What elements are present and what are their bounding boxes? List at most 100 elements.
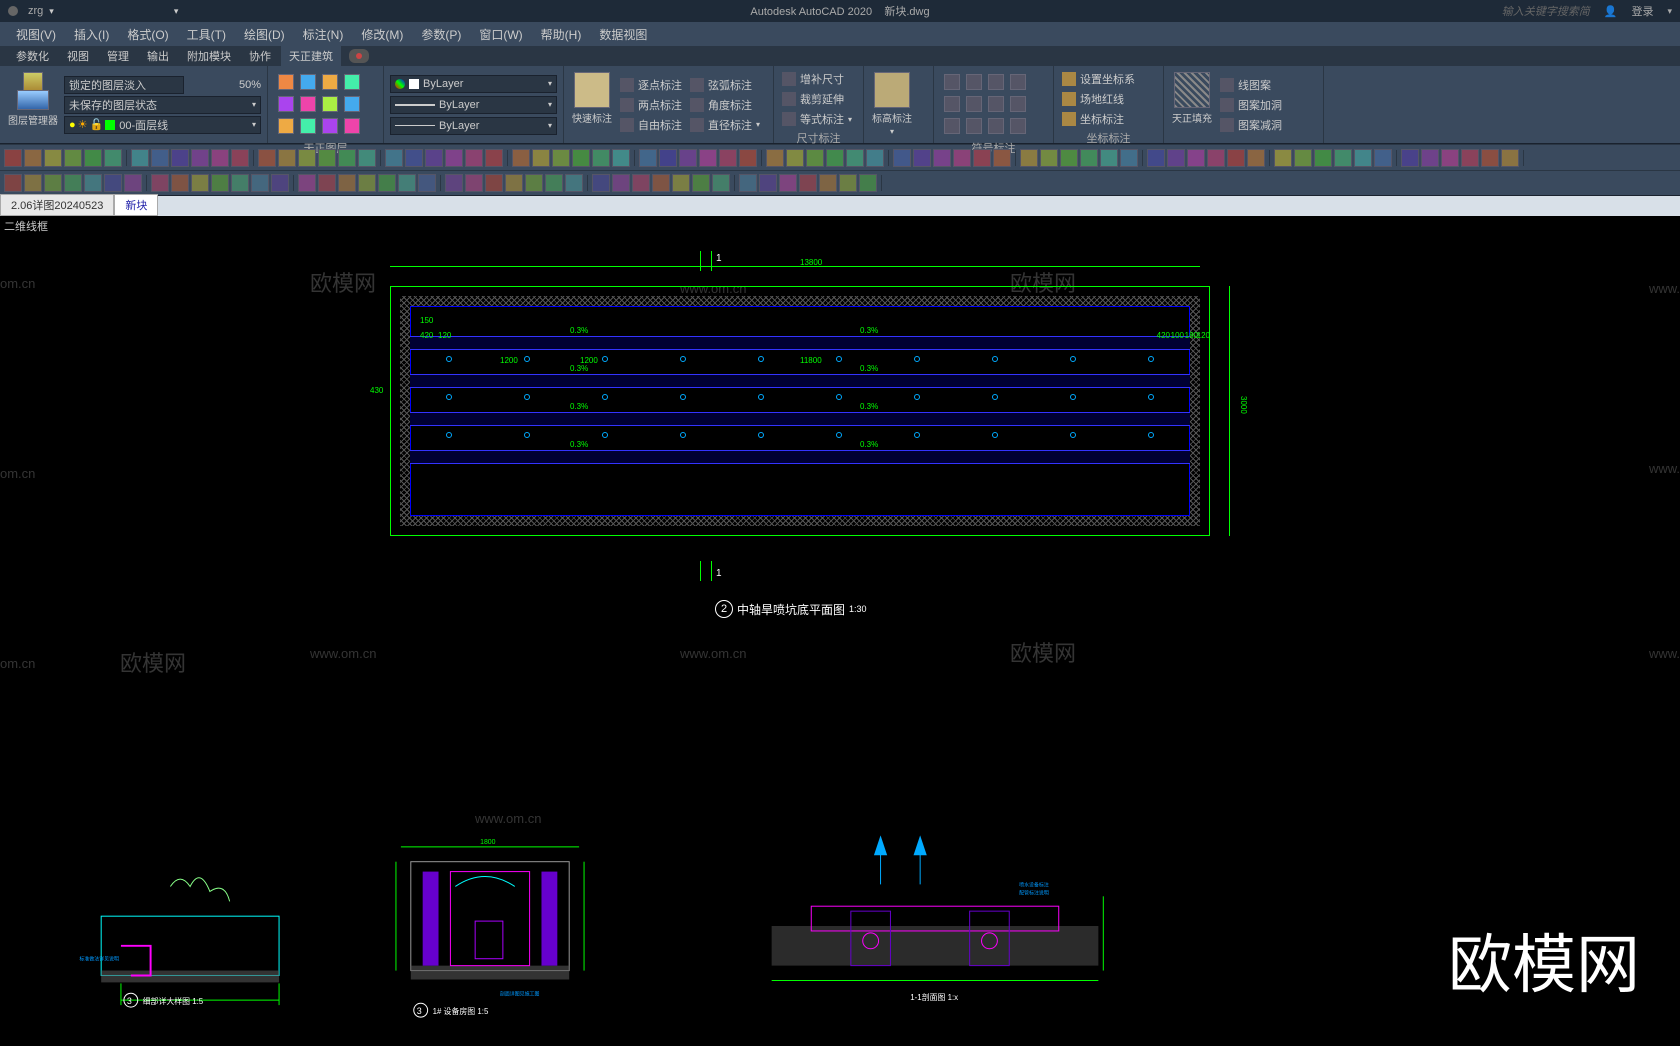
tb2-btn-0[interactable] [4,174,22,192]
quick-dim-button[interactable]: 快速标注 [570,70,614,139]
sym3-icon[interactable] [988,74,1004,90]
tb2-btn-29[interactable] [612,174,630,192]
tb2-btn-38[interactable] [799,174,817,192]
tab-output[interactable]: 输出 [139,46,177,66]
tb2-btn-36[interactable] [759,174,777,192]
menu-tools[interactable]: 工具(T) [179,24,234,45]
layer-walk-icon[interactable] [344,118,360,134]
tb2-btn-9[interactable] [191,174,209,192]
tb1-btn-19[interactable] [405,149,423,167]
tb2-btn-11[interactable] [231,174,249,192]
tb1-btn-41[interactable] [866,149,884,167]
tb1-btn-43[interactable] [913,149,931,167]
tb1-btn-32[interactable] [679,149,697,167]
tb2-btn-40[interactable] [839,174,857,192]
tb1-btn-8[interactable] [171,149,189,167]
tb1-btn-36[interactable] [766,149,784,167]
tab-parametric[interactable]: 参数化 [8,46,57,66]
qat-arrow-icon[interactable]: ▾ [174,6,179,17]
sym6-icon[interactable] [966,96,982,112]
dim-trim-button[interactable]: 裁剪延伸 [780,90,854,108]
tb1-btn-50[interactable] [1060,149,1078,167]
tb1-btn-7[interactable] [151,149,169,167]
tb2-btn-2[interactable] [44,174,62,192]
tb1-btn-13[interactable] [278,149,296,167]
tb2-btn-14[interactable] [298,174,316,192]
tb1-btn-3[interactable] [64,149,82,167]
tb1-btn-64[interactable] [1354,149,1372,167]
tb1-btn-14[interactable] [298,149,316,167]
coord-sys-button[interactable]: 设置坐标系 [1060,70,1137,88]
tb1-btn-21[interactable] [445,149,463,167]
tb2-btn-12[interactable] [251,174,269,192]
tb1-btn-33[interactable] [699,149,717,167]
tb2-btn-4[interactable] [84,174,102,192]
tb1-btn-6[interactable] [131,149,149,167]
tb2-btn-39[interactable] [819,174,837,192]
tb2-btn-32[interactable] [672,174,690,192]
tb1-btn-4[interactable] [84,149,102,167]
tb1-btn-9[interactable] [191,149,209,167]
tb1-btn-26[interactable] [552,149,570,167]
tb2-btn-37[interactable] [779,174,797,192]
tab-view[interactable]: 视图 [59,46,97,66]
sym5-icon[interactable] [944,96,960,112]
tb2-btn-31[interactable] [652,174,670,192]
dim-dia-button[interactable]: 直径标注▾ [688,116,762,134]
locked-layer-dd[interactable]: 锁定的图层淡入 [64,76,184,94]
tb1-btn-27[interactable] [572,149,590,167]
layer-state-dd[interactable]: 未保存的图层状态 ▾ [64,96,261,114]
layer-off-icon[interactable] [278,74,294,90]
site-red-button[interactable]: 场地红线 [1060,90,1137,108]
tb1-btn-24[interactable] [512,149,530,167]
layer-freeze-icon[interactable] [300,74,316,90]
tb1-btn-45[interactable] [953,149,971,167]
tb1-btn-68[interactable] [1441,149,1459,167]
tb2-btn-8[interactable] [171,174,189,192]
dim-free-button[interactable]: 自由标注 [618,116,684,134]
tab-collab[interactable]: 协作 [241,46,279,66]
lineweight-dd[interactable]: ByLayer ▾ [390,96,557,114]
hatch-fill-button[interactable]: 天正填充 [1170,70,1214,139]
login-arrow-icon[interactable]: ▾ [1667,6,1672,17]
sym11-icon[interactable] [988,118,1004,134]
menu-modify[interactable]: 修改(M) [353,24,411,45]
sym8-icon[interactable] [1010,96,1026,112]
dim-add-button[interactable]: 增补尺寸 [780,70,854,88]
tb2-btn-3[interactable] [64,174,82,192]
tb1-btn-69[interactable] [1461,149,1479,167]
tb1-btn-39[interactable] [826,149,844,167]
menu-format[interactable]: 格式(O) [119,24,176,45]
menu-view[interactable]: 视图(V) [8,24,64,45]
tb1-btn-51[interactable] [1080,149,1098,167]
tab-addons[interactable]: 附加模块 [179,46,239,66]
tb1-btn-59[interactable] [1247,149,1265,167]
dim-eq-button[interactable]: 等式标注▾ [780,110,854,128]
hatch-sub-button[interactable]: 图案减洞 [1218,116,1284,134]
tb2-btn-15[interactable] [318,174,336,192]
app-menu-icon[interactable] [8,6,18,16]
tb2-btn-6[interactable] [124,174,142,192]
tb1-btn-16[interactable] [338,149,356,167]
tb1-btn-57[interactable] [1207,149,1225,167]
tb2-btn-22[interactable] [465,174,483,192]
dropdown-arrow-icon[interactable]: ▾ [49,6,54,17]
tb2-btn-1[interactable] [24,174,42,192]
menu-insert[interactable]: 插入(I) [66,24,117,45]
tb2-btn-21[interactable] [445,174,463,192]
tb2-btn-27[interactable] [565,174,583,192]
tb1-btn-70[interactable] [1481,149,1499,167]
tb1-btn-52[interactable] [1100,149,1118,167]
tab-tangent[interactable]: 天正建筑 [281,46,341,66]
tb1-btn-1[interactable] [24,149,42,167]
tb1-btn-53[interactable] [1120,149,1138,167]
tb2-btn-34[interactable] [712,174,730,192]
tb1-btn-49[interactable] [1040,149,1058,167]
layer-properties-button[interactable]: 图层管理器 [6,70,60,139]
tb2-btn-19[interactable] [398,174,416,192]
dim-angle-button[interactable]: 角度标注 [688,96,762,114]
layer-iso-icon[interactable] [322,74,338,90]
tb2-btn-20[interactable] [418,174,436,192]
tb1-btn-54[interactable] [1147,149,1165,167]
layer-on-icon[interactable] [344,74,360,90]
